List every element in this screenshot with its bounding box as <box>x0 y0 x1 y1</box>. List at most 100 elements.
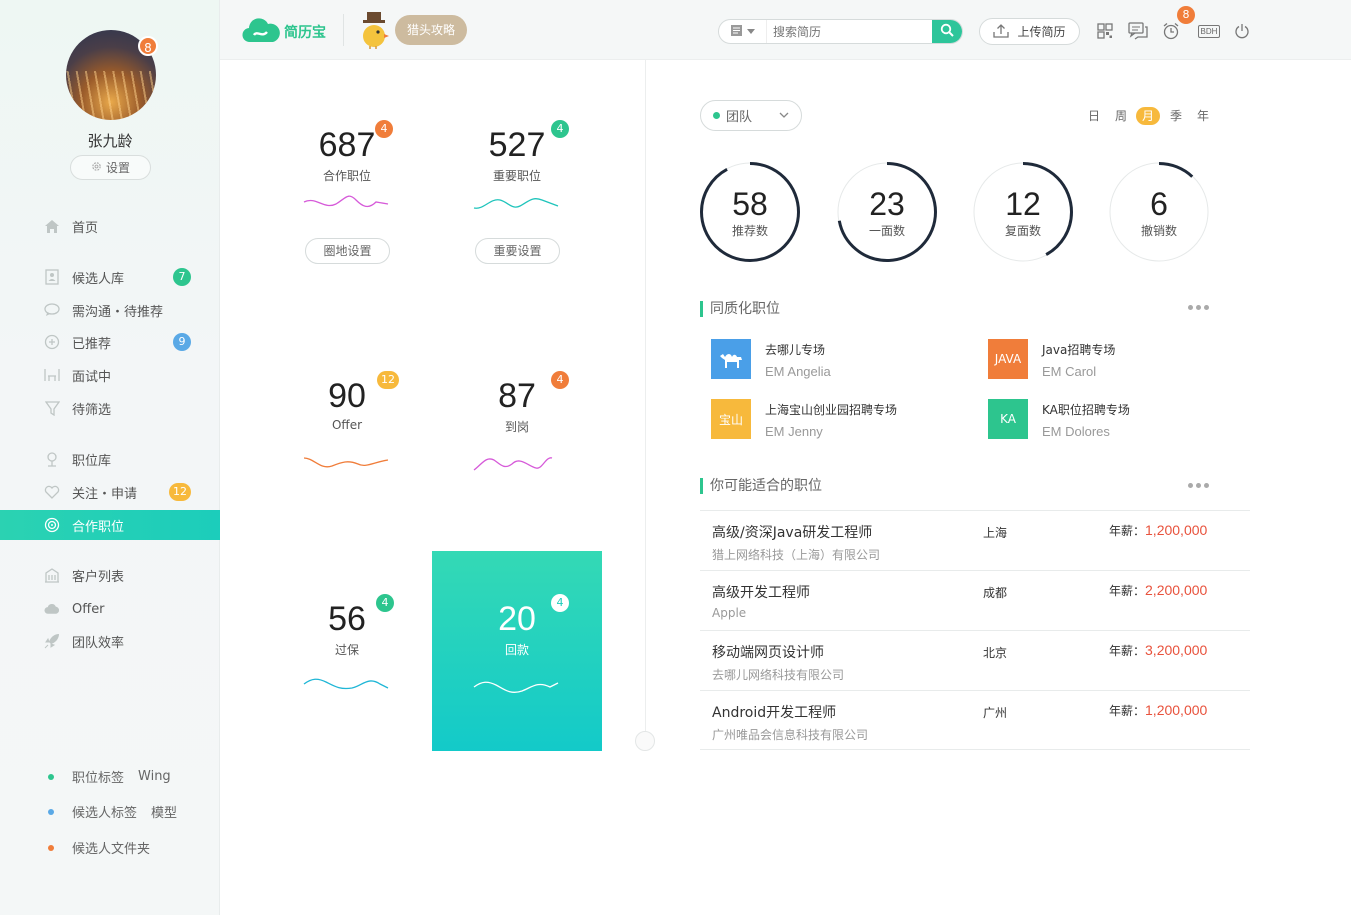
stat-tile[interactable]: 87 到岗 <box>432 377 602 435</box>
nav-item-coop-jobs[interactable]: 合作职位 <box>0 510 220 540</box>
important-settings-button[interactable]: 重要设置 <box>475 238 560 264</box>
territory-settings-button[interactable]: 圈地设置 <box>305 238 390 264</box>
more-icon[interactable] <box>1188 483 1210 489</box>
stat-tile[interactable]: 687 合作职位 <box>262 126 432 184</box>
chat-icon <box>44 302 60 318</box>
avatar[interactable]: 8 <box>66 30 158 120</box>
nav-item-client-list[interactable]: 客户列表 <box>0 560 220 590</box>
stat-tile[interactable]: 90 Offer <box>262 377 432 432</box>
homogeneous-name: 上海宝山创业园招聘专场 <box>765 403 898 417</box>
job-city: 成都 <box>983 586 1008 600</box>
homogeneous-item[interactable]: KA KA职位招聘专场 EM Dolores <box>988 399 1130 439</box>
briefcase-icon <box>44 451 60 467</box>
job-city: 北京 <box>983 646 1008 660</box>
job-title[interactable]: 高级/资深Java研发工程师 <box>712 522 872 542</box>
nav-label: Offer <box>72 601 105 617</box>
contacts-icon <box>44 269 60 285</box>
nav-label: 客户列表 <box>72 569 125 585</box>
period-week[interactable]: 周 <box>1109 107 1133 125</box>
scroll-handle[interactable] <box>635 731 655 751</box>
nav-item-candidate-pool[interactable]: 候选人库 7 <box>0 262 220 292</box>
salary-value: 2,200,000 <box>1145 582 1208 598</box>
nav-item-team-efficiency[interactable]: 团队效率 <box>0 626 220 656</box>
settings-button[interactable]: 设置 <box>70 155 151 180</box>
panel-divider <box>645 60 646 750</box>
team-select[interactable]: 团队 <box>700 100 802 131</box>
more-icon[interactable] <box>1188 305 1210 311</box>
tag-extra: 模型 <box>151 806 178 821</box>
homogeneous-name: KA职位招聘专场 <box>1042 403 1130 417</box>
power-icon[interactable] <box>1231 20 1253 42</box>
cloud-logo-icon <box>242 16 280 48</box>
ring-value: 6 <box>1150 185 1168 222</box>
stat-tile[interactable]: 20 回款 <box>432 600 602 658</box>
search-type-select[interactable] <box>719 20 767 43</box>
stat-value: 87 <box>498 377 536 415</box>
period-day[interactable]: 日 <box>1082 107 1106 125</box>
alarm-clock-icon[interactable] <box>1160 20 1182 42</box>
nav-label: 团队效率 <box>72 635 125 651</box>
job-title[interactable]: 移动端网页设计师 <box>712 642 824 662</box>
tag-extra: Wing <box>138 769 171 784</box>
ring-value: 58 <box>732 185 768 222</box>
period-quarter[interactable]: 季 <box>1164 107 1188 125</box>
nav-label: 合作职位 <box>72 519 125 535</box>
stat-ring[interactable]: 6 撤销数 <box>1109 162 1209 262</box>
job-company: 猎上网络科技（上海）有限公司 <box>712 548 881 562</box>
salary-label: 年薪： <box>1109 584 1146 598</box>
trend-wave <box>473 457 553 471</box>
nav-item-home[interactable]: 首页 <box>0 211 220 241</box>
stat-value: 90 <box>328 377 366 415</box>
period-month[interactable]: 月 <box>1136 107 1160 125</box>
stat-label: 合作职位 <box>322 169 371 183</box>
nav-item-offer[interactable]: Offer <box>0 594 220 624</box>
nav-item-interviewing[interactable]: 面试中 <box>0 360 220 390</box>
top-bar: 简历宝 猎头攻略 上传简历 8 BDH <box>220 0 1351 60</box>
document-icon <box>730 24 743 40</box>
stat-tile[interactable]: 527 重要职位 <box>432 126 602 184</box>
status-dot <box>713 112 720 119</box>
message-icon[interactable] <box>1127 20 1149 42</box>
target-icon <box>44 517 60 533</box>
user-code-badge[interactable]: BDH <box>1195 20 1223 42</box>
ring-value: 12 <box>1005 185 1041 222</box>
filter-icon <box>44 400 60 416</box>
tag-dot <box>48 773 54 780</box>
period-year[interactable]: 年 <box>1191 107 1215 125</box>
interview-icon <box>44 367 60 383</box>
job-company: Apple <box>712 606 747 620</box>
tag-job-tags[interactable]: 职位标签 Wing <box>48 767 171 786</box>
logo[interactable]: 简历宝 <box>242 16 326 48</box>
search-input[interactable] <box>767 20 932 43</box>
search-button[interactable] <box>932 20 962 43</box>
homogeneous-item[interactable]: 去哪儿专场 EM Angelia <box>711 339 831 379</box>
tag-label: 职位标签 <box>72 771 125 786</box>
stat-ring[interactable]: 23 一面数 <box>837 162 937 262</box>
nav-item-job-pool[interactable]: 职位库 <box>0 444 220 474</box>
nav-item-follow-apply[interactable]: 关注・申请 12 <box>0 477 220 507</box>
hunter-bubble: 猎头攻略 <box>395 15 467 45</box>
gear-icon <box>91 161 102 175</box>
upload-resume-button[interactable]: 上传简历 <box>979 18 1080 45</box>
ring-label: 复面数 <box>1004 223 1041 238</box>
hunter-guide[interactable]: 猎头攻略 <box>358 10 473 50</box>
stat-tile[interactable]: 56 过保 <box>262 600 432 658</box>
job-row[interactable]: 高级开发工程师 Apple 成都 年薪：2,200,000 <box>700 570 1250 630</box>
job-title[interactable]: 高级开发工程师 <box>712 582 810 602</box>
job-title[interactable]: Android开发工程师 <box>712 702 836 722</box>
job-row[interactable]: 高级/资深Java研发工程师 猎上网络科技（上海）有限公司 上海 年薪：1,20… <box>700 510 1250 570</box>
qr-code-icon[interactable] <box>1094 20 1116 42</box>
job-row[interactable]: Android开发工程师 广州唯品会信息科技有限公司 广州 年薪：1,200,0… <box>700 690 1250 750</box>
stat-value: 56 <box>328 600 366 638</box>
job-row[interactable]: 移动端网页设计师 去哪儿网络科技有限公司 北京 年薪：3,200,000 <box>700 630 1250 690</box>
tag-candidate-tags[interactable]: 候选人标签 模型 <box>48 802 177 821</box>
nav-label: 职位库 <box>72 453 112 469</box>
homogeneous-item[interactable]: 宝山 上海宝山创业园招聘专场 EM Jenny <box>711 399 897 439</box>
stat-ring[interactable]: 58 推荐数 <box>700 162 800 262</box>
nav-item-to-filter[interactable]: 待筛选 <box>0 393 220 423</box>
stat-ring[interactable]: 12 复面数 <box>973 162 1073 262</box>
nav-item-need-contact[interactable]: 需沟通・待推荐 <box>0 295 220 325</box>
homogeneous-item[interactable]: JAVA Java招聘专场 EM Carol <box>988 339 1115 379</box>
tag-candidate-folder[interactable]: 候选人文件夹 <box>48 838 150 857</box>
nav-item-recommended[interactable]: 已推荐 9 <box>0 327 220 357</box>
